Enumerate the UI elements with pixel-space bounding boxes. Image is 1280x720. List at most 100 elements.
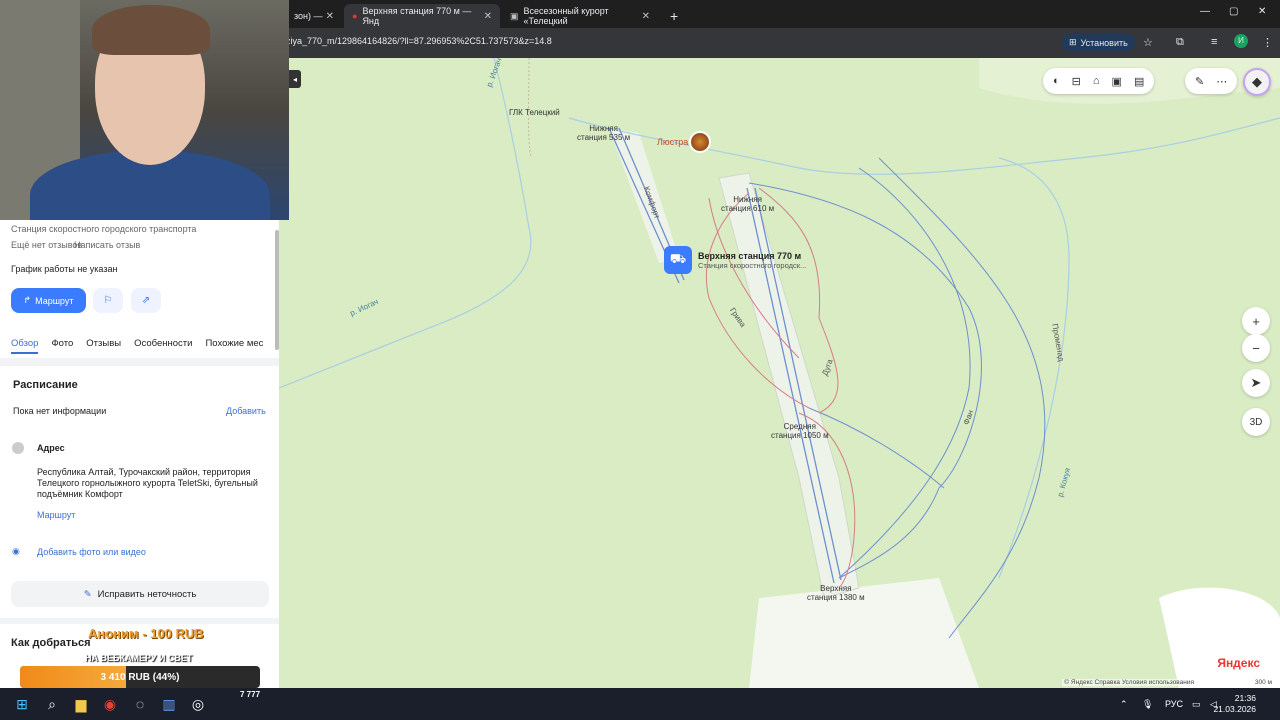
system-clock[interactable]: 21:36 21.03.2026 (1213, 693, 1256, 715)
browser-tab[interactable]: ▣ Всесезонный курорт «Телецкий ✕ (502, 4, 658, 28)
map-label-lustra[interactable]: Люстра (657, 138, 688, 147)
ruler-icon[interactable]: ✎ (1195, 75, 1204, 88)
route-button[interactable]: ↱ Маршрут (11, 288, 86, 313)
panorama-icon[interactable]: ⊟ (1072, 75, 1081, 88)
map-label-glk[interactable]: ГЛК Телецкий (509, 108, 560, 117)
extensions-icon[interactable]: ⧉ (1176, 36, 1184, 49)
bookmark-button[interactable]: ⚐ (93, 288, 123, 313)
windows-start-icon[interactable]: ⊞ (12, 694, 32, 714)
new-tab-button[interactable]: + (662, 4, 682, 28)
address-text: Республика Алтай, Турочакский район, тер… (37, 467, 258, 499)
close-icon[interactable]: ✕ (326, 11, 334, 22)
close-window-icon[interactable]: ✕ (1258, 6, 1266, 17)
stats-app-icon[interactable]: ▥ (159, 694, 179, 714)
donation-goal-label: 3 410 RUB (44%) (100, 671, 180, 683)
traffic-icon[interactable]: ▤ (1134, 75, 1144, 88)
map-label-lower-station-535[interactable]: Нижняя станция 535 м (577, 124, 630, 142)
language-indicator[interactable]: РУС (1165, 699, 1183, 709)
tray-chevron-icon[interactable]: ⌃ (1120, 699, 1128, 710)
map-tools-toolbar: ✎ ⋯ (1185, 68, 1238, 94)
map-layers-toolbar: ◐ ⊟ ⌂ ▣ ▤ (1043, 68, 1155, 94)
route-label: Маршрут (35, 295, 74, 306)
place-category: Станция скоростного городского транспорт… (11, 224, 197, 234)
address-route-link[interactable]: Маршрут (37, 510, 75, 520)
browser-tab-active[interactable]: ● Верхняя станция 770 м — Янд ✕ (344, 4, 500, 28)
address-heading: Адрес (37, 443, 65, 453)
install-icon: ⊞ (1069, 37, 1077, 47)
share-icon: ⇗ (141, 295, 151, 306)
selected-place-marker[interactable]: ⛟ Верхняя станция 770 м Станция скоростн… (664, 246, 806, 274)
clock-time: 21:36 (1234, 693, 1256, 703)
write-review-link[interactable]: Написать отзыв (74, 240, 140, 250)
route-icon: ↱ (23, 295, 32, 305)
zoom-in-button[interactable]: + (1242, 307, 1270, 335)
add-photo-link[interactable]: Добавить фото или видео (37, 547, 146, 557)
browser-tab[interactable]: зон) — ✕ (286, 4, 342, 28)
install-app-button[interactable]: ⊞ Установить (1062, 34, 1135, 51)
tab-photos[interactable]: Фото (51, 338, 73, 354)
donation-goal-bar: 3 410 RUB (44%) (20, 666, 260, 688)
zoom-out-button[interactable]: − (1242, 334, 1270, 362)
cable-car-icon: ⛟ (664, 246, 692, 274)
bookmark-star-icon[interactable]: ☆ (1143, 36, 1153, 49)
section-divider (0, 358, 279, 366)
3d-toggle-button[interactable]: 3D (1242, 408, 1270, 436)
tab-label: Верхняя станция 770 м — Янд (362, 6, 472, 26)
map-label-upper-station-1380[interactable]: Верхняя станция 1380 м (807, 584, 865, 602)
location-pin-icon (12, 442, 24, 454)
maximize-icon[interactable]: ▢ (1229, 6, 1238, 17)
tab-similar[interactable]: Похожие мес (205, 338, 263, 354)
transport-icon[interactable]: ▣ (1112, 75, 1122, 88)
map-copyright[interactable]: © Яндекс Справка Условия использования (1062, 679, 1196, 686)
report-error-label: Исправить неточность (97, 588, 197, 600)
camera-icon: ◉ (12, 546, 20, 556)
close-icon[interactable]: ✕ (484, 11, 492, 22)
share-button[interactable]: ⇗ (131, 288, 161, 313)
map-label-lower-station-610[interactable]: Нижняя станция 610 м (721, 195, 774, 213)
tab-features[interactable]: Особенности (134, 338, 192, 354)
panel-scrollbar[interactable] (275, 230, 279, 350)
more-icon[interactable]: ⋯ (1216, 75, 1227, 88)
network-icon[interactable]: ▭ (1192, 699, 1201, 710)
lustra-photo-marker[interactable] (689, 131, 711, 153)
schedule-empty: Пока нет информации (13, 406, 107, 416)
close-icon[interactable]: ✕ (642, 11, 650, 22)
search-icon[interactable]: ⌕ (42, 694, 62, 714)
webcam-person-hair (92, 5, 210, 55)
windows-taskbar: ⊞ ⌕ ▆ ◉ ◌ ▥ ◎ 7 777 ⌃ 🎙 РУС ▭ ◁ 21:36 21… (0, 688, 1280, 720)
add-schedule-link[interactable]: Добавить (226, 406, 266, 416)
url-input[interactable]: ziya_770_m/129864164826/?ll=87.296953%2C… (286, 36, 552, 46)
webcam-overlay (0, 0, 289, 220)
section-divider (0, 618, 279, 624)
clock-date: 21.03.2026 (1213, 704, 1256, 714)
layers-icon[interactable]: ◐ (1053, 75, 1060, 87)
user-avatar-icon[interactable]: ◆ (1243, 68, 1271, 96)
map-label-middle-station-1050[interactable]: Средняя станция 1050 м (771, 422, 829, 440)
viewer-counter: 7 777 (240, 690, 261, 699)
how-to-get-heading: Как добраться (11, 637, 91, 649)
minimize-icon[interactable]: — (1200, 6, 1210, 17)
menu-kebab-icon[interactable]: ⋮ (1262, 36, 1273, 49)
app-icon[interactable]: ◌ (130, 694, 150, 714)
map-view[interactable]: ГЛК Телецкий Нижняя станция 535 м Люстра… (279, 58, 1280, 688)
opening-hours-note: График работы не указан (11, 264, 118, 274)
media-player-icon[interactable]: ◎ (188, 694, 208, 714)
tab-label: Всесезонный курорт «Телецкий (523, 6, 609, 26)
microphone-icon[interactable]: 🎙 (1142, 699, 1153, 710)
reviews-status: Ещё нет отзывов (11, 240, 83, 250)
yandex-logo: Яндекс (1217, 656, 1260, 670)
donation-alert-message: НА ВЕБКАМЕРУ И СВЕТ (85, 653, 193, 663)
chrome-icon[interactable]: ◉ (100, 694, 120, 714)
media-icon[interactable]: ≡ (1211, 36, 1217, 48)
camera-icon[interactable]: ⌂ (1093, 75, 1100, 87)
collapse-panel-button[interactable]: ◂ (289, 70, 301, 88)
tab-reviews[interactable]: Отзывы (86, 338, 121, 354)
page-icon: ▣ (510, 10, 519, 21)
file-explorer-icon[interactable]: ▆ (71, 694, 91, 714)
report-error-button[interactable]: ✎ Исправить неточность (11, 581, 269, 607)
locate-me-icon[interactable]: ➤ (1242, 369, 1270, 397)
tab-overview[interactable]: Обзор (11, 338, 39, 354)
install-label: Установить (1080, 37, 1128, 48)
map-scale: 300 м (1254, 679, 1272, 686)
profile-avatar[interactable]: И (1234, 34, 1248, 48)
